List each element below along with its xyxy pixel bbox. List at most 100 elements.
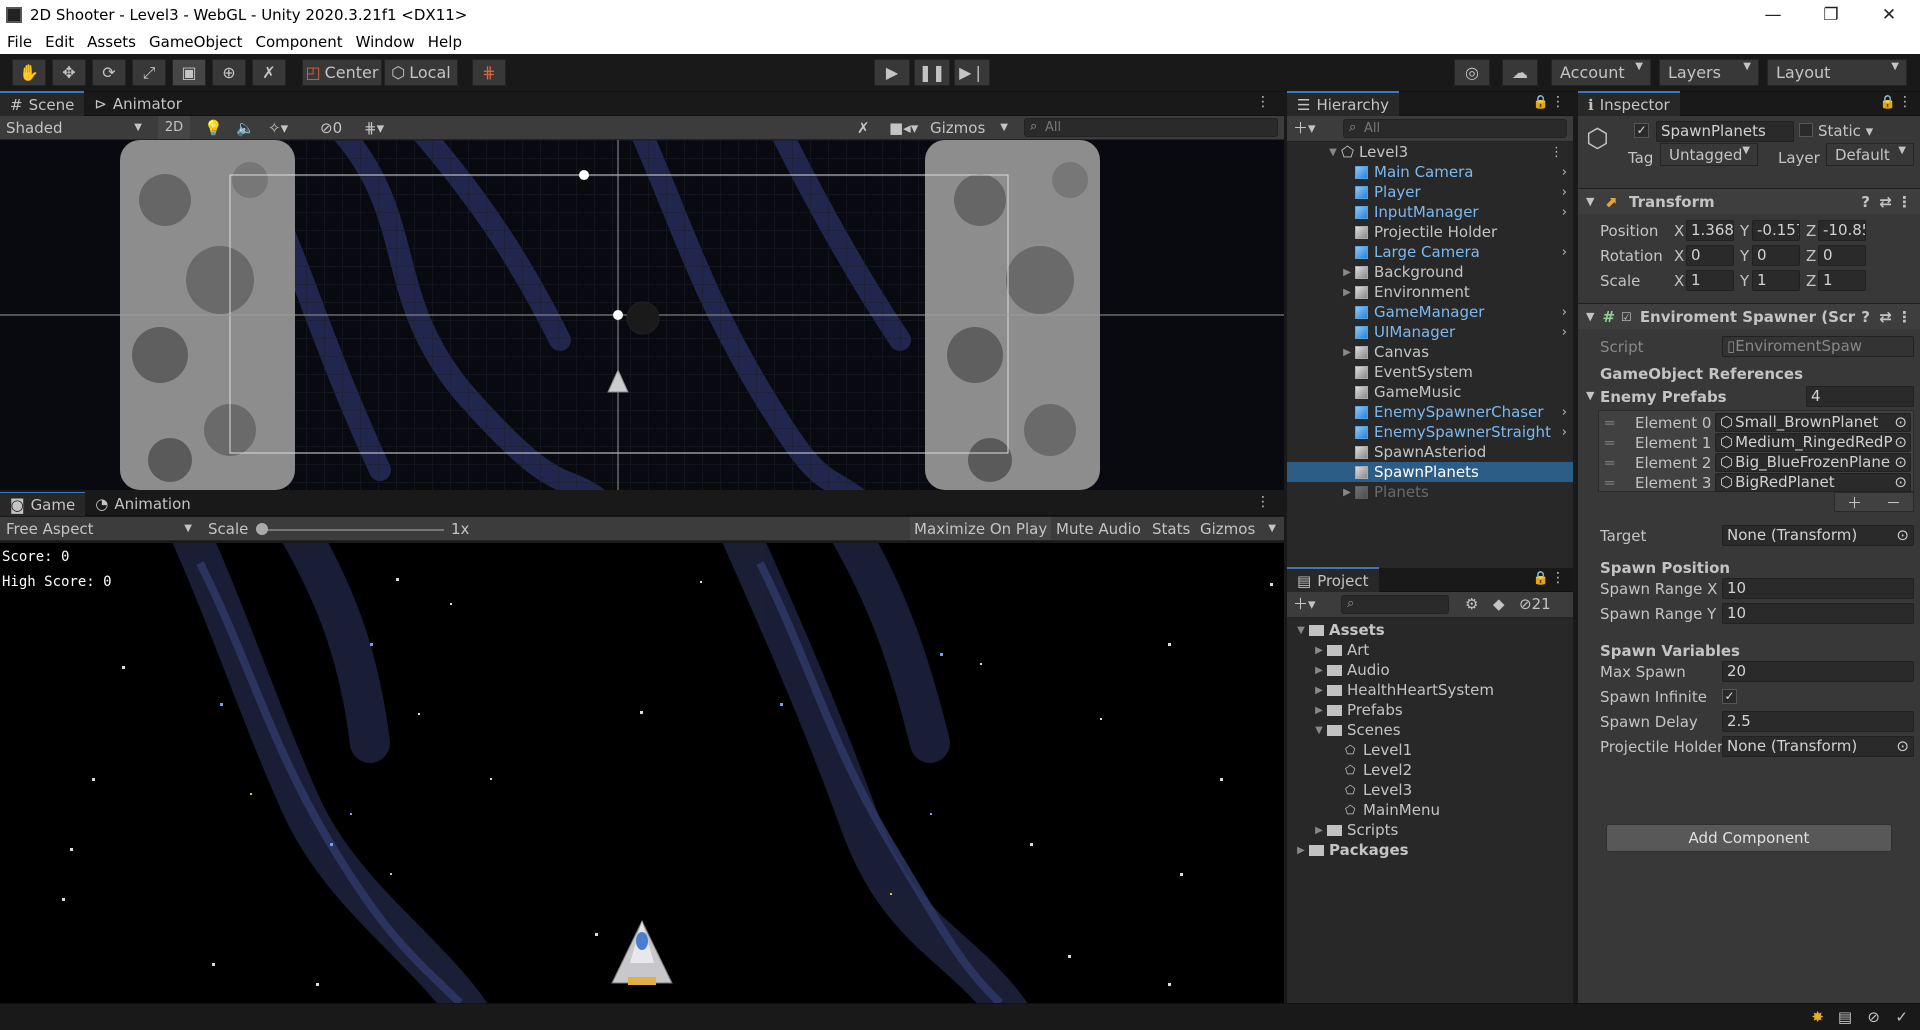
expand-arrow-icon[interactable]: ▶ (1313, 705, 1325, 716)
hierarchy-item[interactable]: ▶ Background (1287, 262, 1573, 282)
hierarchy-item[interactable]: Main Camera › (1287, 162, 1573, 182)
hidden-objects-icon[interactable]: ⊘ 0 (320, 116, 342, 139)
rotation-z-field[interactable]: 0 (1818, 245, 1866, 266)
target-field[interactable]: None (Transform) ⊙ (1722, 525, 1914, 546)
spawn-range-y-field[interactable]: 10 (1722, 603, 1914, 624)
tab-game[interactable]: ◙ Game (0, 491, 86, 516)
chevron-right-icon[interactable]: › (1562, 425, 1567, 440)
layers-dropdown[interactable]: Layers ▼ (1659, 59, 1759, 86)
expand-arrow-icon[interactable]: ▶ (1313, 645, 1325, 656)
hierarchy-item[interactable]: EnemySpawnerChaser › (1287, 402, 1573, 422)
transform-tool-icon[interactable]: ⊕ (212, 59, 246, 86)
hierarchy-item[interactable]: UIManager › (1287, 322, 1573, 342)
help-icon[interactable]: ? (1861, 308, 1870, 326)
menu-gameobject[interactable]: GameObject (142, 33, 249, 51)
panel-menu-icon[interactable]: ⋮ (1256, 94, 1270, 110)
project-search-input[interactable] (1341, 595, 1449, 614)
lock-icon[interactable]: 🔒 (1533, 571, 1549, 586)
spawn-delay-field[interactable]: 2.5 (1722, 711, 1914, 732)
grid-icon[interactable]: ⋕▾ (364, 116, 384, 139)
remove-element-icon[interactable]: － (1886, 492, 1901, 513)
tab-hierarchy[interactable]: ☰ Hierarchy (1287, 91, 1399, 116)
object-picker-icon[interactable]: ⊙ (1894, 454, 1907, 471)
pivot-local-button[interactable]: ⬡ Local (384, 59, 458, 86)
expand-arrow-icon[interactable]: ▼ (1313, 725, 1325, 736)
spawn-range-x-field[interactable]: 10 (1722, 578, 1914, 599)
menu-assets[interactable]: Assets (80, 33, 142, 51)
rotation-y-field[interactable]: 0 (1752, 245, 1800, 266)
snap-grid-icon[interactable]: ⋕ (472, 59, 506, 86)
hierarchy-item[interactable]: Large Camera › (1287, 242, 1573, 262)
maximize-button[interactable]: ❐ (1802, 0, 1860, 29)
expand-arrow-icon[interactable]: ▼ (1295, 625, 1307, 636)
scale-slider[interactable] (258, 529, 444, 531)
menu-component[interactable]: Component (249, 33, 349, 51)
drag-handle-icon[interactable]: ═ (1605, 454, 1614, 472)
layout-dropdown[interactable]: Layout ▼ (1767, 59, 1907, 86)
chevron-right-icon[interactable]: › (1562, 305, 1567, 320)
element-object-field[interactable]: ⬡ BigRedPlanet ⊙ (1715, 473, 1911, 492)
hierarchy-item[interactable]: SpawnAsteriod (1287, 442, 1573, 462)
element-object-field[interactable]: ⬡ Small_BrownPlanet ⊙ (1715, 413, 1911, 432)
drag-handle-icon[interactable]: ═ (1605, 474, 1614, 492)
menu-edit[interactable]: Edit (38, 33, 80, 51)
element-object-field[interactable]: ⬡ Medium_RingedRedP ⊙ (1715, 433, 1911, 452)
chevron-right-icon[interactable]: › (1562, 185, 1567, 200)
presets-icon[interactable]: ⇄ (1879, 308, 1892, 326)
tab-inspector[interactable]: ℹ Inspector (1578, 91, 1680, 116)
pause-button[interactable]: ❚❚ (914, 59, 950, 86)
menu-help[interactable]: Help (421, 33, 468, 51)
project-scene-item[interactable]: ⬠ MainMenu (1331, 800, 1440, 820)
component-menu-icon[interactable]: ⋮ (1897, 308, 1912, 326)
expand-arrow-icon[interactable]: ▶ (1313, 665, 1325, 676)
aspect-dropdown[interactable]: Free Aspect ▼ (6, 517, 196, 540)
close-button[interactable]: ✕ (1860, 0, 1918, 29)
expand-arrow-icon[interactable]: ▼ (1586, 389, 1594, 402)
scale-tool-icon[interactable]: ⤢ (132, 59, 166, 86)
chevron-right-icon[interactable]: › (1562, 205, 1567, 220)
object-picker-icon[interactable]: ⊙ (1894, 474, 1907, 491)
hierarchy-item[interactable]: ▶ Planets (1287, 482, 1573, 502)
project-folder-item[interactable]: ▶ HealthHeartSystem (1313, 680, 1494, 700)
project-folder-item[interactable]: ▶ Scripts (1313, 820, 1398, 840)
scale-y-field[interactable]: 1 (1752, 270, 1800, 291)
lock-icon[interactable]: 🔒 (1880, 95, 1896, 110)
lighting-icon[interactable]: 💡 (204, 116, 223, 139)
stats-button[interactable]: Stats (1150, 517, 1192, 540)
hierarchy-item[interactable]: GameMusic (1287, 382, 1573, 402)
drag-handle-icon[interactable]: ═ (1605, 414, 1614, 432)
enemy-prefabs-row[interactable]: ▼ Enemy Prefabs 4 (1578, 386, 1920, 408)
rotation-x-field[interactable]: 0 (1686, 245, 1734, 266)
max-spawn-field[interactable]: 20 (1722, 661, 1914, 682)
object-name-input[interactable]: SpawnPlanets (1656, 121, 1794, 142)
game-view[interactable]: Score: 0 High Score: 0 (0, 543, 1284, 1003)
hierarchy-search-input[interactable]: All (1343, 119, 1567, 138)
spawn-infinite-checkbox[interactable]: ✓ (1722, 689, 1737, 704)
divider[interactable] (1573, 92, 1578, 1003)
step-button[interactable]: ▶❘ (954, 59, 990, 86)
hierarchy-item[interactable]: InputManager › (1287, 202, 1573, 222)
gizmos-dropdown[interactable]: Gizmos ▼ (930, 116, 1010, 139)
cloud-icon[interactable]: ☁ (1502, 59, 1538, 86)
position-y-field[interactable]: -0.157( (1752, 220, 1800, 241)
enviroment-spawner-header[interactable]: ▼ # ☑ Enviroment Spawner (Scr ? ⇄ ⋮ (1578, 303, 1920, 329)
maximize-on-play-button[interactable]: Maximize On Play (910, 517, 1052, 540)
presets-icon[interactable]: ⇄ (1879, 193, 1892, 211)
hierarchy-item[interactable]: EventSystem (1287, 362, 1573, 382)
pivot-center-button[interactable]: ◰ Center (302, 59, 382, 86)
chevron-right-icon[interactable]: › (1562, 165, 1567, 180)
cache-icon[interactable]: ▤ (1838, 1008, 1852, 1026)
project-folder-item[interactable]: ▶ Prefabs (1313, 700, 1403, 720)
project-folder-item[interactable]: ▶ Art (1313, 640, 1369, 660)
tab-scene[interactable]: # Scene (0, 91, 85, 116)
project-folder-item[interactable]: ▼ Scenes (1313, 720, 1400, 740)
menu-window[interactable]: Window (349, 33, 421, 51)
rect-tool-icon[interactable]: ▣ (172, 59, 206, 86)
expand-arrow-icon[interactable]: ▶ (1341, 487, 1353, 498)
custom-tool-icon[interactable]: ✗ (252, 59, 286, 86)
hand-tool-icon[interactable]: ✋ (12, 59, 46, 86)
effects-icon[interactable]: ✧▾ (268, 116, 288, 139)
tab-project[interactable]: ▤ Project (1287, 567, 1379, 592)
panel-menu-icon[interactable]: ⋮ (1898, 94, 1912, 110)
hierarchy-item[interactable]: Projectile Holder (1287, 222, 1573, 242)
